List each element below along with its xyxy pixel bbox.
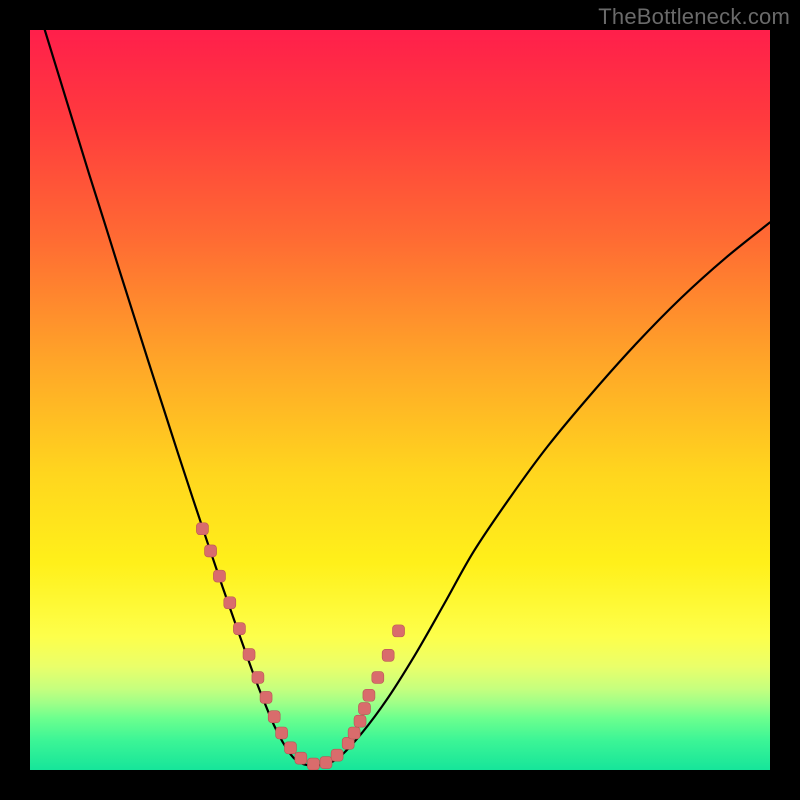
marker-point [205, 545, 217, 557]
marker-point [382, 649, 394, 661]
marker-point [372, 672, 384, 684]
marker-point [331, 749, 343, 761]
marker-point [268, 711, 280, 723]
marker-point [233, 623, 245, 635]
marker-point [307, 758, 319, 770]
marker-point [196, 523, 208, 535]
chart-svg [30, 30, 770, 770]
marker-point [295, 752, 307, 764]
marker-point [284, 742, 296, 754]
chart-frame: TheBottleneck.com [0, 0, 800, 800]
curve-markers [196, 523, 404, 770]
marker-point [243, 649, 255, 661]
marker-point [354, 715, 366, 727]
marker-point [213, 570, 225, 582]
marker-point [252, 672, 264, 684]
marker-point [348, 727, 360, 739]
marker-point [393, 625, 405, 637]
marker-point [276, 727, 288, 739]
bottleneck-curve [45, 30, 770, 766]
watermark-text: TheBottleneck.com [598, 4, 790, 30]
plot-area [30, 30, 770, 770]
marker-point [224, 597, 236, 609]
marker-point [260, 691, 272, 703]
marker-point [363, 689, 375, 701]
marker-point [358, 703, 370, 715]
marker-point [320, 757, 332, 769]
